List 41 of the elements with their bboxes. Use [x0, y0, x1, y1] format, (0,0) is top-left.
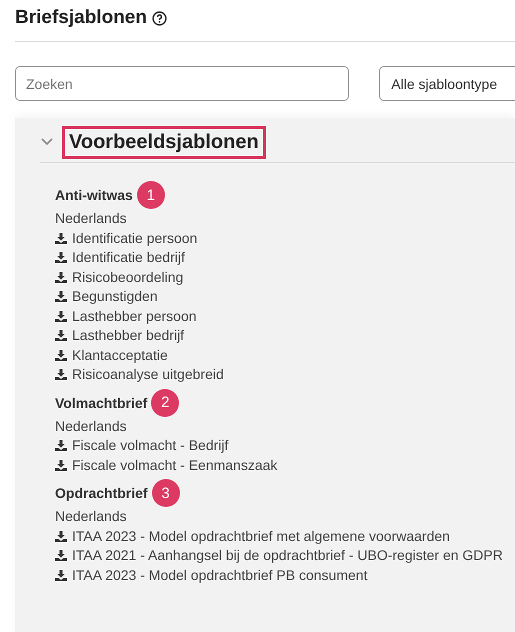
help-icon[interactable]: [152, 10, 167, 26]
number-badge: 1: [136, 181, 165, 209]
group-title: Anti-witwas: [55, 187, 133, 203]
template-link[interactable]: ITAA 2023 - Model opdrachtbrief PB consument: [55, 566, 515, 585]
type-dropdown[interactable]: Alle sjabloontype: [379, 66, 515, 101]
download-icon: [55, 350, 67, 360]
template-link[interactable]: Fiscale volmacht - Bedrijf: [55, 436, 515, 456]
download-icon: [55, 550, 67, 561]
language-label: Nederlands: [55, 416, 128, 436]
template-link[interactable]: ITAA 2023 - Model opdrachtbrief met algemene voorwaarden: [55, 526, 515, 546]
download-icon: [55, 252, 67, 263]
template-link[interactable]: Klantacceptatie: [55, 346, 515, 365]
template-link[interactable]: ITAA 2021 - Aanhangsel bij de opdrachtbrief - UBO-register en GDPR: [55, 546, 515, 566]
search-field[interactable]: Zoeken: [15, 66, 350, 101]
section-title: Voorbeeldsjablonen: [62, 126, 266, 158]
download-icon: [55, 369, 67, 380]
template-link[interactable]: Lasthebber persoon: [55, 306, 515, 326]
number-badge: 2: [151, 388, 180, 416]
language-label: Nederlands: [55, 507, 128, 526]
number-badge: 3: [152, 479, 180, 507]
template-link[interactable]: Begunstigden: [55, 287, 515, 306]
template-link[interactable]: Risicobeoordeling: [55, 268, 515, 287]
download-icon: [55, 530, 67, 542]
template-link[interactable]: Risicoanalyse uitgebreid: [55, 365, 515, 384]
template-link[interactable]: Lasthebber bedrijf: [55, 326, 515, 346]
download-icon: [55, 460, 67, 470]
download-icon: [55, 272, 67, 282]
download-icon: [55, 440, 67, 451]
group-title: Volmachtbrief: [55, 394, 148, 410]
download-icon: [55, 570, 67, 580]
template-link[interactable]: Identificatie persoon: [55, 228, 515, 248]
download-icon: [55, 232, 67, 244]
language-label: Nederlands: [55, 209, 128, 228]
download-icon: [55, 291, 67, 302]
template-link[interactable]: Identificatie bedrijf: [55, 248, 515, 268]
download-icon: [55, 310, 67, 322]
page-title: Briefsjablonen: [15, 7, 147, 29]
group-title: Opdrachtbrief: [55, 485, 148, 501]
template-link[interactable]: Fiscale volmacht - Eenmanszaak: [55, 456, 515, 475]
download-icon: [55, 330, 67, 341]
chevron-icon[interactable]: [40, 137, 54, 147]
